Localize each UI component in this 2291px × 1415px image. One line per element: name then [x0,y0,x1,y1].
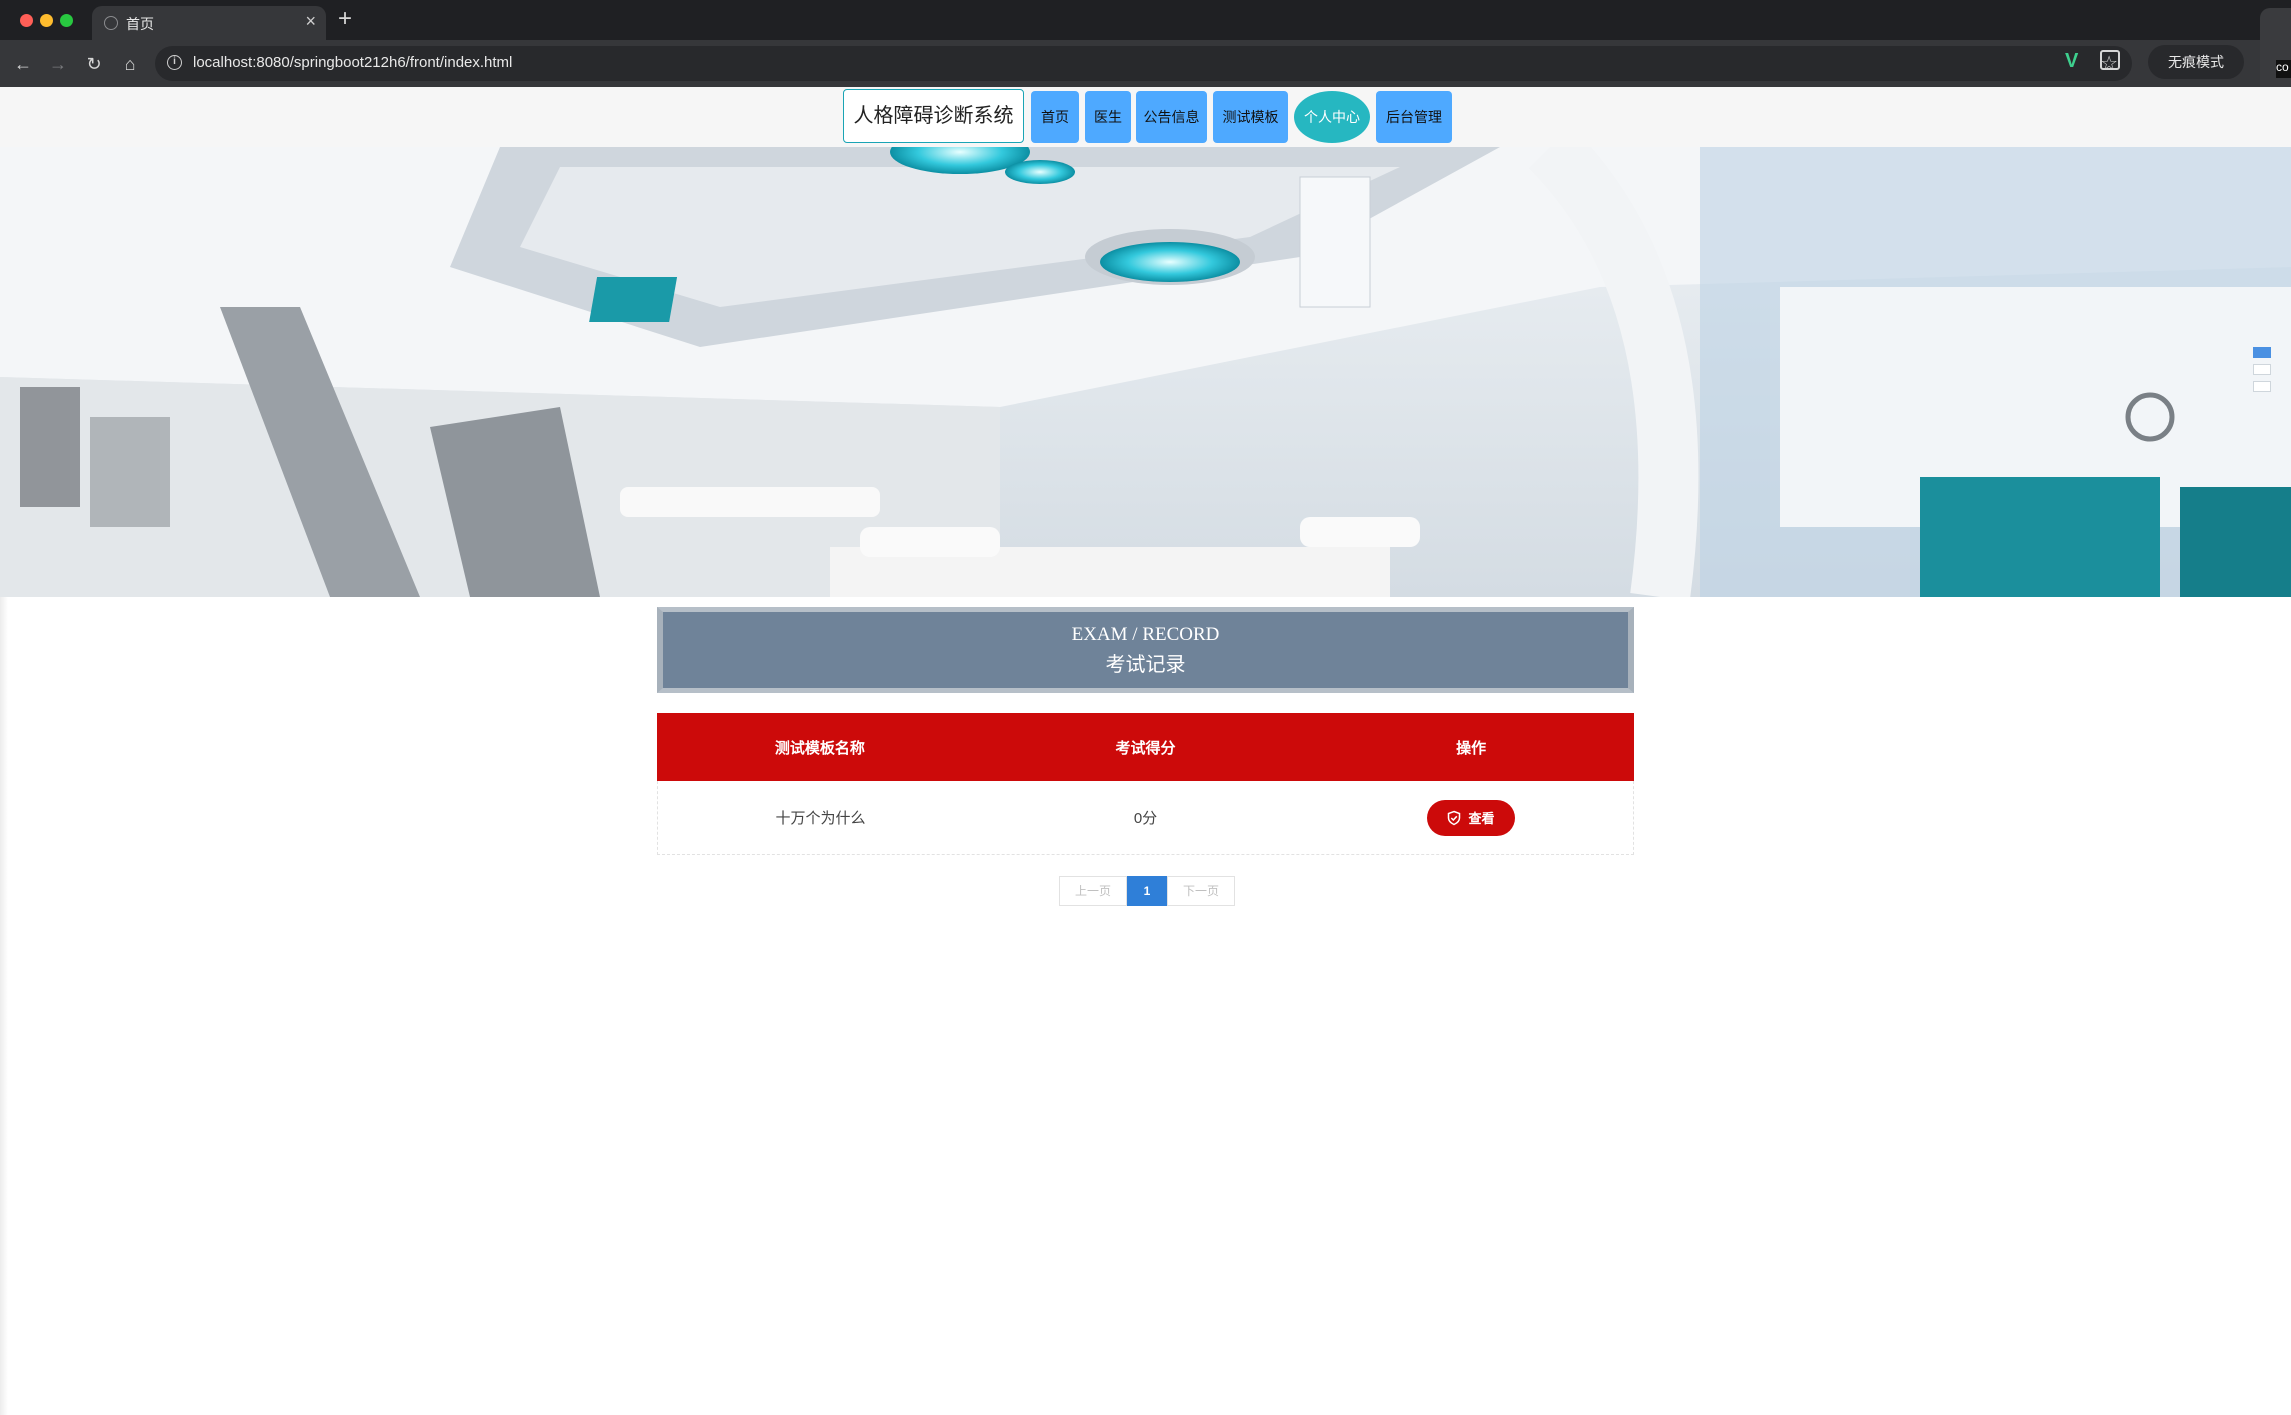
site-navbar: 人格障碍诊断系统 首页 医生 公告信息 测试模板 个人中心 后台管理 [0,87,2291,147]
banner-carousel[interactable] [0,147,2291,597]
view-button[interactable]: 查看 [1426,799,1515,836]
table-row: 十万个为什么 0分 查看 [657,781,1634,855]
page-content: 人格障碍诊断系统 首页 医生 公告信息 测试模板 个人中心 后台管理 EXAM … [0,87,2291,1415]
header-template-name: 测试模板名称 [774,739,865,757]
globe-icon [104,16,118,30]
extensions-puzzle-icon[interactable] [2100,50,2120,70]
cell-template-name: 十万个为什么 [775,810,866,827]
carousel-dot-1[interactable] [2253,347,2271,358]
address-bar[interactable]: i localhost:8080/springboot212h6/front/i… [155,46,2132,81]
table-header: 测试模板名称 考试得分 操作 [657,713,1634,781]
url-text[interactable]: localhost:8080/springboot212h6/front/ind… [193,54,512,71]
carousel-dot-3[interactable] [2253,381,2271,392]
incognito-badge[interactable]: 无痕模式 [2148,45,2244,79]
back-icon[interactable]: ← [10,51,36,77]
prev-page-button[interactable]: 上一页 [1059,876,1127,906]
browser-tab-strip: 首页 × + [0,0,2291,40]
exam-record-table: 测试模板名称 考试得分 操作 十万个为什么 0分 查看 [657,713,1634,855]
header-action: 操作 [1456,739,1487,757]
pagination: 上一页 1 下一页 [1059,876,1235,906]
cell-score: 0分 [1133,810,1158,827]
carousel-indicators [2253,347,2271,398]
side-widget-label: co [2276,60,2291,78]
section-title-cn: 考试记录 [1105,654,1186,676]
browser-toolbar: ← → ↻ ⌂ i localhost:8080/springboot212h6… [0,40,2291,87]
site-info-icon[interactable]: i [167,55,182,70]
nav-personal-center-button[interactable]: 个人中心 [1294,91,1370,143]
tab-title: 首页 [126,16,154,32]
nav-test-template-button[interactable]: 测试模板 [1213,91,1288,143]
vue-devtools-extension-icon[interactable]: V [2065,50,2078,73]
browser-tab[interactable]: 首页 × [92,6,326,40]
incognito-label: 无痕模式 [2168,54,2224,70]
section-title-en: EXAM / RECORD [1071,624,1220,645]
carousel-dot-2[interactable] [2253,364,2271,375]
nav-doctor-button[interactable]: 医生 [1085,91,1131,143]
nav-home-button[interactable]: 首页 [1031,91,1079,143]
shield-check-icon [1448,810,1461,825]
operating-room-image [0,147,2291,597]
new-tab-icon[interactable]: + [338,6,352,32]
nav-announcement-button[interactable]: 公告信息 [1136,91,1207,143]
next-page-button[interactable]: 下一页 [1167,876,1235,906]
nav-admin-button[interactable]: 后台管理 [1376,91,1452,143]
current-page-button[interactable]: 1 [1127,876,1167,906]
cell-action: 查看 [1308,781,1633,854]
reload-icon[interactable]: ↻ [81,51,107,77]
home-icon[interactable]: ⌂ [117,51,143,77]
close-tab-icon[interactable]: × [305,11,316,31]
forward-icon[interactable]: → [45,51,71,77]
section-title-box: EXAM / RECORD 考试记录 [657,607,1634,693]
view-button-label: 查看 [1468,811,1495,826]
close-window-button[interactable] [20,14,33,27]
maximize-window-button[interactable] [60,14,73,27]
header-score: 考试得分 [1115,739,1176,757]
page-edge-shadow [0,597,8,1415]
minimize-window-button[interactable] [40,14,53,27]
site-title: 人格障碍诊断系统 [843,89,1024,143]
